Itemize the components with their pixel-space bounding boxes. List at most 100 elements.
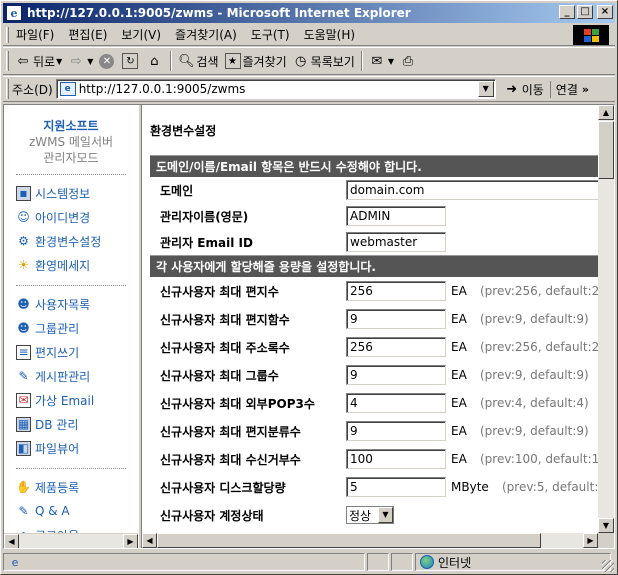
print-icon: ⎙ [402,53,414,69]
history-label: 목록보기 [310,54,355,69]
users-icon: ☻ [17,297,30,311]
sidebar-item-label: 게시판관리 [35,369,91,384]
address-input[interactable]: e http://127.0.0.1:9005/zwms ▼ [55,79,496,99]
history-button[interactable]: ◷ 목록보기 [290,50,358,72]
quota-label: 신규사용자 최대 외부POP3수 [160,396,315,411]
sidebar-item-system-info[interactable]: ▪ 시스템정보 [16,181,138,205]
sidebar-horizontal-scrollbar[interactable]: ◀ ▶ [4,533,138,548]
back-button[interactable]: ⇦ 뒤로 ▼ [12,50,65,72]
quota-hint: (prev:100, default:100) [480,452,614,466]
horizontal-scrollbar[interactable]: ◀ ▶ [142,533,598,548]
quota-input[interactable]: 4 [346,393,446,413]
ie-logo-icon: e [6,5,22,21]
sidebar-item-env-settings[interactable]: ⚙ 환경변수설정 [16,229,138,253]
mail-dropdown-icon[interactable]: ▼ [388,57,394,66]
sidebar-item-label: 편지쓰기 [35,345,80,360]
quota-input[interactable]: 9 [346,365,446,385]
quota-hint: (prev:5, default:5) [502,480,611,494]
forward-dropdown-icon[interactable]: ▼ [87,57,93,66]
sidebar-item-user-list[interactable]: ☻ 사용자목록 [16,292,138,316]
address-grip [6,79,9,99]
handshake-icon: ✋ [16,480,31,494]
stop-button[interactable]: ✕ [96,50,119,72]
refresh-icon: ↻ [122,53,139,69]
sidebar-frame: 지원소프트 zWMS 메일서버 관리자모드 ▪ 시스템정보 ☺ 아이디변경 ⚙ 환경변… [4,105,138,548]
menu-help[interactable]: 도움말(H) [297,26,363,43]
account-status-select[interactable]: 정상 ▼ [346,506,394,524]
status-text-pane: e [3,553,365,571]
forward-button[interactable]: ⇨ ▼ [65,50,96,72]
sidebar-item-label: 제품등록 [35,480,80,495]
sidebar-item-change-id[interactable]: ☺ 아이디변경 [16,205,138,229]
menu-file[interactable]: 파일(F) [9,26,61,43]
favorites-button[interactable]: ★ 즐겨찾기 [222,50,290,72]
setting-row-quota: 신규사용자 최대 편지수 256 EA (prev:256, default:2… [150,277,614,305]
section-header-required: 도메인/이름/Email 항목은 반드시 수정해야 합니다. [150,155,610,177]
setting-row-quota: 신규사용자 최대 편지함수 9 EA (prev:9, default:9) [150,305,610,333]
resize-grip[interactable] [602,560,614,572]
sidebar-item-board-manage[interactable]: ✎ 게시판관리 [16,364,138,388]
menu-view[interactable]: 보기(V) [114,26,168,43]
print-button[interactable]: ⎙ [397,50,421,72]
sidebar-item-label: 환영메세지 [35,258,91,273]
quota-input[interactable]: 256 [346,281,446,301]
sidebar-item-write-mail[interactable]: ≡ 편지쓰기 [16,340,138,364]
chevron-down-icon[interactable]: ▼ [378,507,393,523]
maximize-button[interactable]: □ [577,5,593,19]
setting-row-domain: 도메인 domain.com [150,177,614,203]
quota-hint: (prev:256, default:256) [480,284,614,298]
standard-toolbar: ⇦ 뒤로 ▼ ⇨ ▼ ✕ ↻ ⌂ 🔍︎ 검색 ★ 즐겨찾기 ◷ 목록보기 ✉ ▼… [3,47,615,75]
browser-window: e http://127.0.0.1:9005/zwms - Microsoft… [0,0,618,575]
scroll-left-icon[interactable]: ◀ [4,534,19,548]
go-button[interactable]: ➜ 이동 [504,81,544,98]
quota-unit: EA [451,340,467,354]
sidebar-item-qna[interactable]: ✎ Q & A [16,499,138,523]
minimize-button[interactable]: _ [559,5,575,19]
quota-hint: (prev:9, default:9) [480,312,589,326]
sidebar-item-welcome-message[interactable]: ☀ 환영메세지 [16,253,138,277]
disk-quota-input[interactable]: 5 [346,477,446,497]
admin-name-input[interactable]: ADMIN [346,206,446,226]
sidebar-item-group-manage[interactable]: ☻ 그룹관리 [16,316,138,340]
vertical-scrollbar[interactable]: ▲ ▼ [598,105,614,533]
status-bar: e 인터넷 [3,551,615,573]
admin-email-input[interactable]: webmaster [346,232,446,252]
scroll-up-icon[interactable]: ▲ [598,105,614,120]
quota-input[interactable]: 9 [346,421,446,441]
globe-icon [420,555,434,569]
menu-tools[interactable]: 도구(T) [244,26,297,43]
scroll-right-icon[interactable]: ▶ [583,533,598,548]
scroll-left-icon[interactable]: ◀ [142,533,157,548]
back-arrow-icon: ⇦ [17,53,29,69]
links-button[interactable]: 연결 » [549,80,589,98]
search-button[interactable]: 🔍︎ 검색 [175,50,221,72]
address-dropdown-icon[interactable]: ▼ [477,81,494,97]
windows-logo-icon [573,25,609,45]
sidebar-item-db-manage[interactable]: ▦ DB 관리 [16,412,138,436]
vertical-scroll-thumb[interactable] [598,121,614,179]
close-button[interactable]: × [597,5,613,19]
quota-input[interactable]: 9 [346,309,446,329]
back-dropdown-icon[interactable]: ▼ [56,57,62,66]
mail-button[interactable]: ✉ ▼ [366,50,397,72]
refresh-button[interactable]: ↻ [119,50,143,72]
quota-input[interactable]: 256 [346,337,446,357]
domain-input[interactable]: domain.com [346,180,614,200]
address-url[interactable]: http://127.0.0.1:9005/zwms [79,82,246,96]
quota-label: 신규사용자 최대 편지수 [160,284,279,299]
menu-favorites[interactable]: 즐겨찾기(A) [168,26,244,43]
chevron-right-icon[interactable]: » [582,83,589,96]
quota-input[interactable]: 100 [346,449,446,469]
title-bar[interactable]: e http://127.0.0.1:9005/zwms - Microsoft… [3,3,615,23]
sidebar-item-virtual-email[interactable]: ✉ 가상 Email [16,388,138,412]
scroll-right-icon[interactable]: ▶ [123,534,138,548]
nav-divider [16,285,126,286]
home-button[interactable]: ⌂ [143,50,167,72]
sidebar-item-file-viewer[interactable]: ◧ 파일뷰어 [16,436,138,460]
quota-label: 신규사용자 최대 편지함수 [160,312,290,327]
nav-group-system: ▪ 시스템정보 ☺ 아이디변경 ⚙ 환경변수설정 ☀ 환영메세지 [4,181,138,277]
horizontal-scroll-thumb[interactable] [157,533,541,548]
menu-edit[interactable]: 편집(E) [61,26,114,43]
scroll-down-icon[interactable]: ▼ [598,518,614,533]
sidebar-item-product-register[interactable]: ✋ 제품등록 [16,475,138,499]
